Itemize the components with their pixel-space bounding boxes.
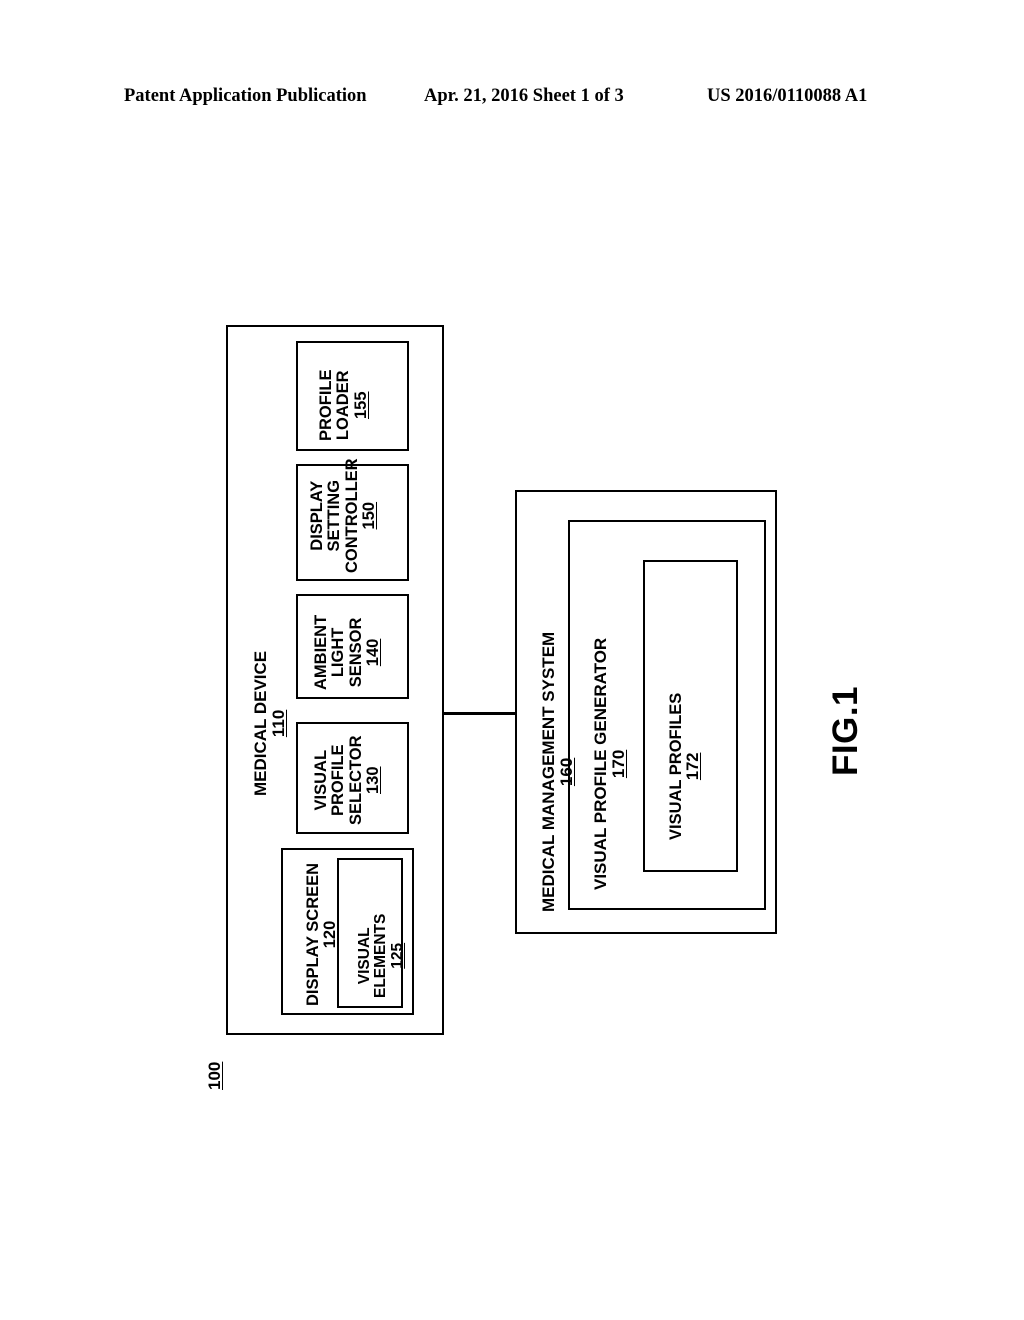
header-date-sheet: Apr. 21, 2016 Sheet 1 of 3 [424,86,624,106]
ambient-light-sensor-line-2: LIGHT [329,627,348,678]
display-setting-controller-label: DISPLAY SETTING CONTROLLER 150 [308,458,379,573]
display-setting-controller-line-2: SETTING [325,479,344,552]
profile-loader-label: PROFILE LOADER 155 [317,369,370,441]
visual-profile-selector-line-2: PROFILE [329,744,348,816]
display-setting-controller-ref: 150 [360,501,379,530]
ambient-light-sensor-line-1: AMBIENT [312,614,330,690]
display-setting-controller-line-3: CONTROLLER [342,458,361,573]
medical-device-ref: 110 [269,709,289,738]
ambient-light-sensor-ref: 140 [364,638,383,667]
visual-elements-line-2: ELEMENTS [372,913,390,998]
medical-device-title: MEDICAL DEVICE [251,650,270,796]
visual-profiles-ref: 172 [684,752,703,781]
visual-profile-generator-ref: 170 [609,749,629,779]
ambient-light-sensor-line-3: SENSOR [346,617,365,688]
visual-profile-selector-ref: 130 [364,766,383,794]
visual-profile-selector-label: VISUAL PROFILE SELECTOR 130 [312,735,383,825]
visual-elements-ref: 125 [388,942,406,969]
profile-loader-line-2: LOADER [334,370,353,441]
figure-label: FIG.1 [826,685,865,776]
ambient-light-sensor-label: AMBIENT LIGHT SENSOR 140 [312,614,383,690]
system-reference-numeral: 100 [205,1061,224,1090]
visual-profile-generator-title: VISUAL PROFILE GENERATOR [591,637,610,890]
display-screen-title: DISPLAY SCREEN [304,862,322,1006]
display-screen-label: DISPLAY SCREEN 120 [304,862,340,1006]
header-publication-type: Patent Application Publication [124,86,367,106]
publication-header: Patent Application Publication Apr. 21, … [0,86,1024,112]
visual-elements-line-1: VISUAL [356,927,373,985]
profile-loader-line-1: PROFILE [317,369,335,441]
display-setting-controller-line-1: DISPLAY [308,480,326,551]
profile-loader-ref: 155 [351,391,370,420]
visual-profile-selector-line-1: VISUAL [312,749,330,811]
visual-elements-label: VISUAL ELEMENTS 125 [356,913,406,998]
visual-profiles-title: VISUAL PROFILES [667,692,685,840]
medical-management-system-title: MEDICAL MANAGEMENT SYSTEM [539,631,558,912]
header-publication-number: US 2016/0110088 A1 [707,86,868,106]
connector-line-device-to-system [442,712,517,715]
medical-device-label: MEDICAL DEVICE 110 [251,650,289,796]
visual-profile-selector-line-3: SELECTOR [346,735,365,825]
visual-profiles-label: VISUAL PROFILES 172 [667,692,703,840]
visual-profile-generator-label: VISUAL PROFILE GENERATOR 170 [591,637,629,890]
